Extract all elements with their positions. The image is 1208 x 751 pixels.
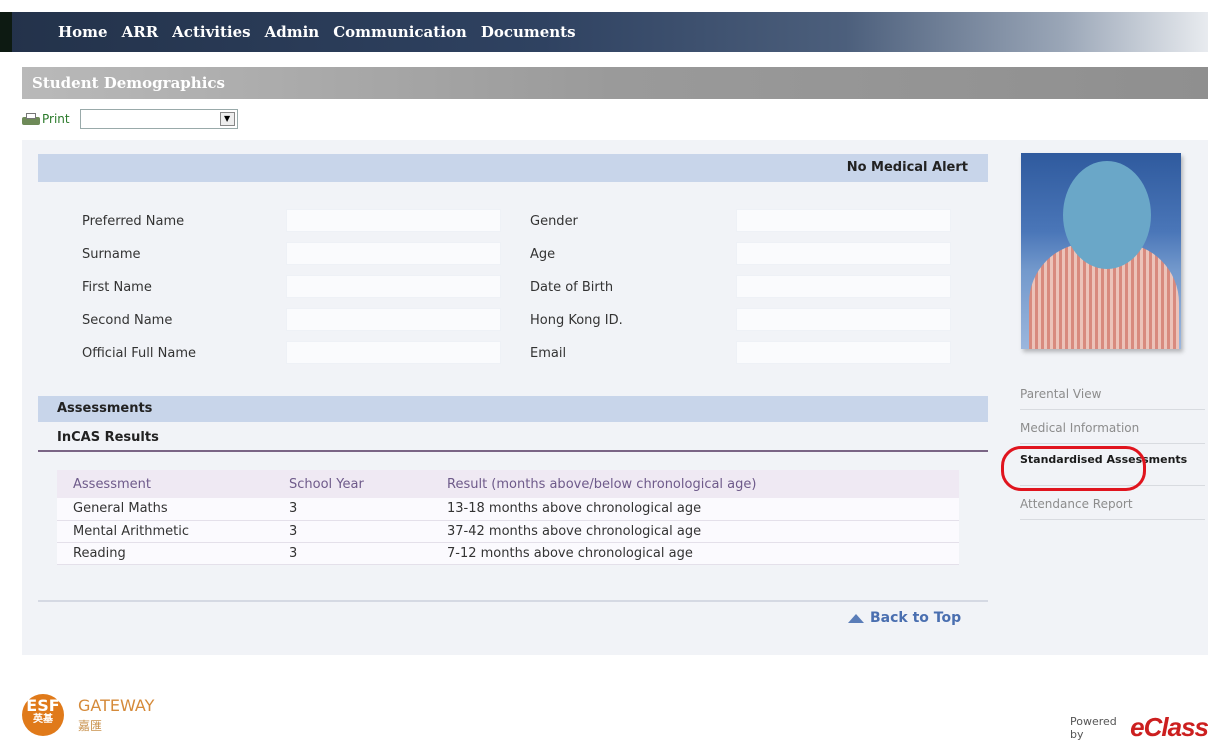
sidenav-item-parental-view[interactable]: Parental View <box>1020 384 1205 410</box>
field-label-email: Email <box>530 346 567 361</box>
field-value-first-name <box>286 275 501 298</box>
printer-icon <box>22 113 40 125</box>
cell-assessment: General Maths <box>57 498 273 521</box>
medical-alert-status: No Medical Alert <box>38 154 988 182</box>
back-to-top-label: Back to Top <box>870 610 962 626</box>
print-button[interactable]: Print <box>22 112 70 126</box>
column-header-school-year: School Year <box>273 470 431 498</box>
sidenav-item-standardised-assessments[interactable]: Standardised Assessments <box>1020 452 1205 486</box>
field-label-preferred-name: Preferred Name <box>82 214 185 229</box>
school-logo: ESF 英基 GATEWAY 嘉匯 <box>22 694 154 736</box>
toolbar: Print ▼ <box>22 108 238 130</box>
nav-activities[interactable]: Activities <box>172 23 250 41</box>
assessments-section-header: Assessments <box>38 396 988 422</box>
field-label-date-of-birth: Date of Birth <box>530 280 614 295</box>
field-label-surname: Surname <box>82 247 141 262</box>
logo-name-cn: 嘉匯 <box>78 719 103 733</box>
nav-communication[interactable]: Communication <box>333 23 467 41</box>
cell-school-year: 3 <box>273 542 431 565</box>
nav-edge-accent <box>0 12 12 52</box>
esf-logo-mark: ESF 英基 <box>22 694 64 736</box>
nav-home[interactable]: Home <box>58 23 108 41</box>
logo-name-text: GATEWAY <box>78 696 155 715</box>
top-navigation-bar: Home ARR Activities Admin Communication … <box>0 12 1208 52</box>
field-label-hong-kong-id: Hong Kong ID. <box>530 313 623 328</box>
field-value-hong-kong-id <box>736 308 951 331</box>
field-value-preferred-name <box>286 209 501 232</box>
field-label-second-name: Second Name <box>82 313 173 328</box>
incas-results-title: InCAS Results <box>57 430 159 445</box>
powered-by-label: Powered by <box>1070 714 1117 741</box>
eclass-brand-logo: eClass <box>1130 712 1208 742</box>
section-divider <box>38 450 988 452</box>
cell-school-year: 3 <box>273 520 431 543</box>
table-header-row: Assessment School Year Result (months ab… <box>57 470 959 498</box>
cell-result: 37-42 months above chronological age <box>431 520 959 543</box>
field-label-first-name: First Name <box>82 280 152 295</box>
print-options-select[interactable]: ▼ <box>79 109 238 129</box>
cell-result: 7-12 months above chronological age <box>431 542 959 565</box>
sidenav-item-attendance-report[interactable]: Attendance Report <box>1020 494 1205 520</box>
table-row: General Maths 3 13-18 months above chron… <box>57 498 959 521</box>
sidenav-item-medical-information[interactable]: Medical Information <box>1020 418 1205 444</box>
field-value-surname <box>286 242 501 265</box>
cell-school-year: 3 <box>273 498 431 521</box>
field-label-gender: Gender <box>530 214 578 229</box>
arrow-up-icon <box>848 613 864 623</box>
field-label-official-full-name: Official Full Name <box>82 346 196 361</box>
logo-primary-text: ESF <box>26 696 60 715</box>
back-to-top-link[interactable]: Back to Top <box>848 610 961 626</box>
side-navigation: Parental View Medical Information Standa… <box>1020 384 1205 528</box>
table-row: Mental Arithmetic 3 37-42 months above c… <box>57 520 959 543</box>
nav-admin[interactable]: Admin <box>265 23 320 41</box>
field-value-date-of-birth <box>736 275 951 298</box>
section-divider-bottom <box>38 600 988 602</box>
field-value-email <box>736 341 951 364</box>
student-photo <box>1021 153 1181 349</box>
print-label: Print <box>42 112 70 126</box>
cell-assessment: Reading <box>57 542 273 565</box>
powered-by: Powered by eClass <box>1070 712 1208 743</box>
logo-primary-cn: 英基 <box>33 714 53 725</box>
field-label-age: Age <box>530 247 556 262</box>
field-value-age <box>736 242 951 265</box>
column-header-assessment: Assessment <box>57 470 273 498</box>
nav-documents[interactable]: Documents <box>481 23 576 41</box>
chevron-down-icon: ▼ <box>219 112 235 126</box>
page-title: Student Demographics <box>22 67 1208 99</box>
table-row: Reading 3 7-12 months above chronologica… <box>57 542 959 565</box>
field-value-second-name <box>286 308 501 331</box>
field-value-gender <box>736 209 951 232</box>
nav-arr[interactable]: ARR <box>122 23 159 41</box>
photo-face-blur <box>1063 161 1151 269</box>
incas-results-table: Assessment School Year Result (months ab… <box>57 470 959 565</box>
cell-assessment: Mental Arithmetic <box>57 520 273 543</box>
column-header-result: Result (months above/below chronological… <box>431 470 959 498</box>
cell-result: 13-18 months above chronological age <box>431 498 959 521</box>
field-value-official-full-name <box>286 341 501 364</box>
logo-name: GATEWAY 嘉匯 <box>78 696 154 734</box>
